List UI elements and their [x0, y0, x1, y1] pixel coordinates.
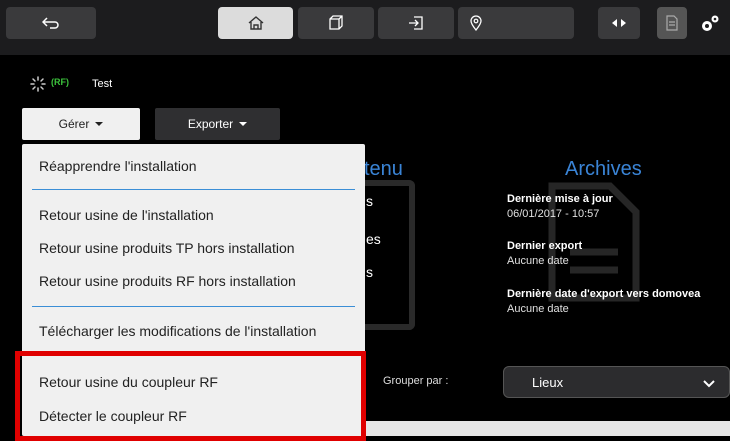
export-tab[interactable] [378, 7, 454, 39]
move-button[interactable] [598, 7, 640, 39]
group-by-value: Lieux [532, 375, 564, 390]
home-icon [248, 16, 263, 30]
top-toolbar [0, 0, 730, 55]
manage-menu-button[interactable]: Gérer [22, 108, 140, 140]
contenu-fragment-1: s [366, 193, 373, 209]
contenu-title: tenu [364, 158, 403, 180]
location-pin-icon [470, 15, 482, 31]
settings-gears-icon [702, 15, 719, 31]
archives-title: Archives [565, 158, 642, 180]
last-export-value: Aucune date [507, 255, 569, 267]
export-menu-label: Exporter [187, 117, 234, 131]
menu-divider [32, 189, 355, 190]
chevron-down-icon [239, 122, 248, 126]
group-by-select[interactable]: Lieux [503, 366, 730, 398]
rf-badge-icon: (RF) [51, 77, 69, 87]
chevron-down-icon [95, 122, 104, 126]
menu-item-factory-reset-rf-products[interactable]: Retour usine produits RF hors installati… [39, 273, 296, 289]
last-export-label: Dernier export [507, 240, 583, 252]
last-update-value: 06/01/2017 - 10:57 [507, 208, 600, 220]
menu-item-factory-reset-installation[interactable]: Retour usine de l'installation [39, 207, 214, 223]
status-label: Test [92, 78, 113, 90]
last-domovea-export-value: Aucune date [507, 303, 569, 315]
location-tab[interactable] [458, 7, 574, 39]
box-icon [329, 15, 343, 30]
group-by-label: Grouper par : [383, 375, 449, 387]
menu-item-relearn-installation[interactable]: Réapprendre l'installation [39, 158, 197, 174]
contenu-fragment-2: es [366, 231, 381, 247]
last-update-label: Dernière mise à jour [507, 193, 613, 205]
manage-menu-label: Gérer [58, 117, 90, 131]
document-button[interactable] [657, 7, 687, 39]
last-domovea-export-label: Dernière date d'export vers domovea [507, 288, 701, 300]
document-icon [666, 15, 678, 31]
box-tab[interactable] [298, 7, 374, 39]
export-icon [409, 16, 423, 30]
chevron-down-icon [703, 380, 715, 388]
highlight-box [15, 351, 366, 441]
menu-item-factory-reset-tp-products[interactable]: Retour usine produits TP hors installati… [39, 240, 295, 256]
home-tab[interactable] [218, 7, 293, 39]
export-menu-button[interactable]: Exporter [155, 108, 280, 140]
contenu-fragment-3: s [366, 264, 373, 280]
arrows-icon [612, 19, 626, 27]
menu-divider [32, 306, 355, 307]
back-button[interactable] [6, 7, 96, 39]
content-area-edge [365, 421, 730, 436]
menu-item-download-modifications[interactable]: Télécharger les modifications de l'insta… [39, 323, 316, 339]
back-arrow-icon [42, 17, 59, 29]
loading-spinner-icon [30, 76, 46, 97]
settings-button[interactable] [699, 14, 721, 39]
